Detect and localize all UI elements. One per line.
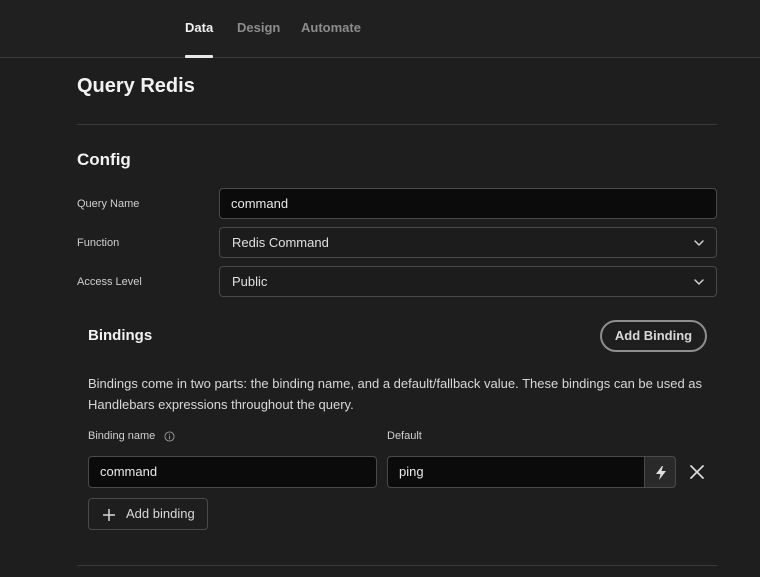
binding-default-input[interactable]: ping	[387, 456, 645, 488]
query-name-input[interactable]: command	[219, 188, 717, 219]
close-icon[interactable]	[688, 463, 706, 481]
title-divider	[77, 124, 717, 125]
function-select-value: Redis Command	[232, 235, 329, 250]
add-binding-row-button[interactable]: Add binding	[88, 498, 208, 530]
default-column-label: Default	[387, 430, 422, 442]
add-binding-button[interactable]: Add Binding	[600, 320, 707, 352]
chevron-down-icon	[694, 240, 704, 246]
active-tab-indicator	[185, 55, 213, 58]
bindings-section-title: Bindings	[88, 327, 153, 344]
tab-design[interactable]: Design	[237, 20, 280, 35]
binding-name-input[interactable]: command	[88, 456, 377, 488]
binding-name-column-label: Binding name	[88, 430, 156, 442]
binding-bolt-button[interactable]	[644, 456, 676, 488]
function-select[interactable]: Redis Command	[219, 227, 717, 258]
tab-data[interactable]: Data	[185, 20, 213, 35]
plus-icon	[103, 509, 115, 521]
lightning-icon	[656, 466, 666, 480]
tab-automate[interactable]: Automate	[301, 20, 361, 35]
config-section-title: Config	[77, 150, 131, 169]
access-level-select-value: Public	[232, 274, 268, 289]
page-title: Query Redis	[77, 75, 195, 97]
function-label: Function	[77, 237, 120, 249]
add-binding-row-label: Add binding	[126, 506, 195, 521]
access-level-select[interactable]: Public	[219, 266, 717, 297]
bottom-divider	[77, 565, 717, 566]
bindings-description: Bindings come in two parts: the binding …	[88, 376, 703, 412]
access-level-label: Access Level	[77, 276, 142, 288]
info-icon[interactable]	[164, 431, 175, 442]
chevron-down-icon	[694, 279, 704, 285]
query-name-label: Query Name	[77, 198, 140, 210]
top-tab-bar: Data Design Automate	[0, 0, 760, 58]
